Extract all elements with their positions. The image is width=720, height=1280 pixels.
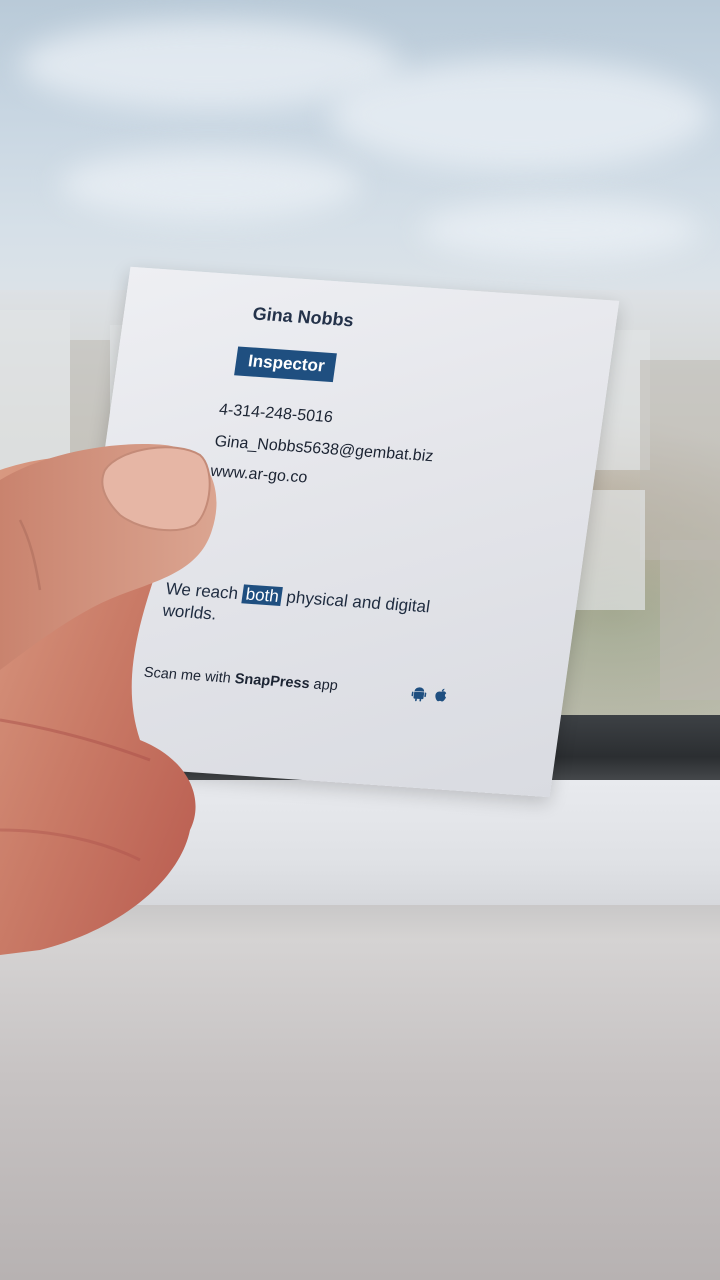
wall <box>0 940 720 1280</box>
divider-dash <box>188 511 199 515</box>
scan-app-name: SnapPress <box>233 671 311 693</box>
card-phone: 4-314-248-5016 <box>217 401 334 427</box>
apple-icon <box>435 688 447 702</box>
window-sill <box>0 780 720 920</box>
scan-instruction: Scan me with SnapPress app <box>143 665 339 694</box>
card-website: www.ar-go.co <box>209 462 309 487</box>
card-name: Gina Nobbs <box>251 303 356 331</box>
cloud <box>60 150 360 220</box>
scan-prefix: Scan me with <box>142 664 232 687</box>
cloud <box>330 60 710 170</box>
tagline-highlight: both <box>241 584 284 607</box>
store-icons <box>410 685 450 704</box>
card-title-badge: Inspector <box>234 346 337 383</box>
card-email: Gina_Nobbs5638@gembat.biz <box>213 433 435 466</box>
business-card: Gina Nobbs Inspector 4-314-248-5016 Gina… <box>60 266 620 798</box>
cloud <box>420 200 700 260</box>
card-tagline: We reach both physical and digital world… <box>161 578 466 643</box>
android-icon <box>411 687 427 702</box>
sill-edge <box>0 905 720 945</box>
scan-suffix: app <box>312 676 339 695</box>
tagline-part1: We reach <box>164 579 240 603</box>
